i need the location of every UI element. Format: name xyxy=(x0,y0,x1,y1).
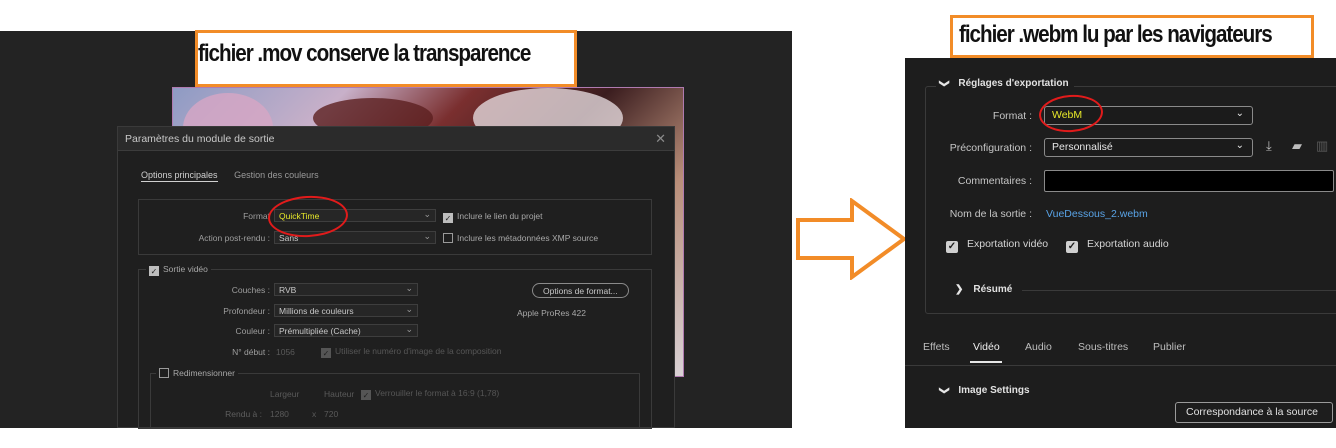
checkbox-icon: ✓ xyxy=(946,241,958,253)
tab-audio[interactable]: Audio xyxy=(1025,341,1052,353)
divider xyxy=(1022,290,1336,291)
rendered-width: 1280 xyxy=(270,409,289,419)
color-select[interactable]: Prémultipliée (Cache) ⌄ xyxy=(274,324,418,337)
tab-main-options[interactable]: Options principales xyxy=(141,170,218,182)
image-settings-title: Image Settings xyxy=(958,385,1030,396)
format-label: Format : xyxy=(992,110,1032,122)
arrow-right-icon xyxy=(796,198,908,280)
chevron-down-icon: ⌄ xyxy=(423,231,431,241)
checkbox-icon: ✓ xyxy=(321,348,331,358)
chevron-down-icon: ❯ xyxy=(938,79,950,88)
dialog-tabs: Options principales Gestion des couleurs xyxy=(141,170,333,182)
comments-input[interactable] xyxy=(1044,170,1334,192)
dialog-title: Paramètres du module de sortie xyxy=(125,133,275,145)
resize-group xyxy=(150,373,640,429)
format-label: Format xyxy=(243,211,270,221)
output-module-dialog: Paramètres du module de sortie ✕ Options… xyxy=(117,126,675,429)
export-video-checkbox[interactable]: ✓ Exportation vidéo xyxy=(946,238,1048,253)
chevron-down-icon: ⌄ xyxy=(423,209,431,219)
checkbox-icon: ✓ xyxy=(361,390,371,400)
channels-select[interactable]: RVB ⌄ xyxy=(274,283,418,296)
post-render-label: Action post-rendu : xyxy=(198,233,270,243)
chevron-down-icon: ❯ xyxy=(938,386,950,395)
start-number-label: N° début : xyxy=(232,347,270,357)
channels-label: Couches : xyxy=(231,285,270,295)
start-number-value: 1056 xyxy=(276,347,295,357)
tab-captions[interactable]: Sous-titres xyxy=(1078,341,1128,353)
callout-mov: fichier .mov conserve la transparence xyxy=(195,30,577,87)
format-group xyxy=(138,199,652,255)
checkbox-label: Exportation vidéo xyxy=(967,238,1049,250)
checkbox-label: Inclure le lien du projet xyxy=(457,211,543,221)
chevron-right-icon: ❯ xyxy=(955,284,964,295)
tab-effects[interactable]: Effets xyxy=(923,341,950,353)
summary-toggle[interactable]: ❯ Résumé xyxy=(955,284,1012,295)
width-label: Largeur xyxy=(270,389,300,399)
rendered-at-label: Rendu à : xyxy=(225,409,262,419)
tab-publish[interactable]: Publier xyxy=(1153,341,1186,353)
channels-value: RVB xyxy=(279,285,297,295)
lock-aspect-checkbox[interactable]: ✓ Verrouiller le format à 16:9 (1,78) xyxy=(361,388,499,400)
dialog-titlebar: Paramètres du module de sortie ✕ xyxy=(118,127,674,151)
chevron-down-icon: ⌄ xyxy=(405,283,413,293)
preview-edge xyxy=(683,88,684,376)
checkbox-label: Utiliser le numéro d'image de la composi… xyxy=(335,346,502,356)
checkbox-icon xyxy=(159,368,169,378)
chevron-down-icon: ⌄ xyxy=(1235,140,1244,151)
callout-mov-text: fichier .mov conserve la transparence xyxy=(198,40,531,67)
summary-label: Résumé xyxy=(973,284,1013,295)
height-label: Hauteur xyxy=(324,389,355,399)
preset-select[interactable]: Personnalisé ⌄ xyxy=(1044,138,1253,157)
callout-webm: fichier .webm lu par les navigateurs xyxy=(950,15,1314,58)
depth-label: Profondeur : xyxy=(223,306,270,316)
resize-checkbox[interactable]: Redimensionner xyxy=(156,368,238,378)
rendered-height: 720 xyxy=(324,409,339,419)
checkbox-icon: ✓ xyxy=(443,213,453,223)
export-audio-checkbox[interactable]: ✓ Exportation audio xyxy=(1066,238,1169,253)
include-xmp-checkbox[interactable]: Inclure les métadonnées XMP source xyxy=(443,233,598,243)
format-options-button[interactable]: Options de format... xyxy=(532,283,629,298)
output-name-link[interactable]: VueDessous_2.webm xyxy=(1046,208,1148,220)
rendered-times: x xyxy=(312,409,317,419)
checkbox-icon xyxy=(443,233,453,243)
preset-value: Personnalisé xyxy=(1052,141,1113,153)
checkbox-label: Sortie vidéo xyxy=(163,264,208,274)
active-tab-indicator xyxy=(970,361,1002,363)
checkbox-label: Redimensionner xyxy=(173,368,235,378)
output-name-label: Nom de la sortie : xyxy=(949,208,1032,220)
chevron-down-icon: ⌄ xyxy=(405,304,413,314)
image-settings-header[interactable]: ❯ Image Settings xyxy=(938,385,1030,396)
preset-label: Préconfiguration : xyxy=(949,142,1032,154)
depth-select[interactable]: Millions de couleurs ⌄ xyxy=(274,304,418,317)
video-output-checkbox[interactable]: ✓ Sortie vidéo xyxy=(146,264,211,276)
close-icon[interactable]: ✕ xyxy=(655,131,666,147)
codec-info: Apple ProRes 422 xyxy=(517,308,586,318)
checkbox-label: Inclure les métadonnées XMP source xyxy=(457,233,599,243)
divider xyxy=(905,365,1336,366)
save-preset-icon[interactable]: ⤓ xyxy=(1266,138,1272,154)
import-preset-icon[interactable]: ▰ xyxy=(1292,138,1302,154)
depth-value: Millions de couleurs xyxy=(279,306,354,316)
color-label: Couleur : xyxy=(235,326,271,336)
match-source-button[interactable]: Correspondance à la source xyxy=(1175,402,1333,423)
checkbox-icon: ✓ xyxy=(1066,241,1078,253)
checkbox-label: Exportation audio xyxy=(1087,238,1169,250)
chevron-down-icon: ⌄ xyxy=(1235,108,1244,119)
tab-video[interactable]: Vidéo xyxy=(973,341,1000,353)
use-comp-frame-checkbox[interactable]: ✓ Utiliser le numéro d'image de la compos… xyxy=(321,346,502,358)
export-settings-header[interactable]: ❯ Réglages d'exportation xyxy=(936,78,1074,89)
export-settings-title: Réglages d'exportation xyxy=(958,78,1069,89)
color-value: Prémultipliée (Cache) xyxy=(279,326,361,336)
tab-color-management[interactable]: Gestion des couleurs xyxy=(234,170,319,180)
checkbox-label: Verrouiller le format à 16:9 (1,78) xyxy=(375,388,500,398)
checkbox-icon: ✓ xyxy=(149,266,159,276)
delete-preset-icon[interactable]: ▥ xyxy=(1316,138,1328,154)
callout-webm-text: fichier .webm lu par les navigateurs xyxy=(959,21,1273,48)
include-project-link-checkbox[interactable]: ✓ Inclure le lien du projet xyxy=(443,211,543,223)
comments-label: Commentaires : xyxy=(957,175,1032,187)
chevron-down-icon: ⌄ xyxy=(405,324,413,334)
